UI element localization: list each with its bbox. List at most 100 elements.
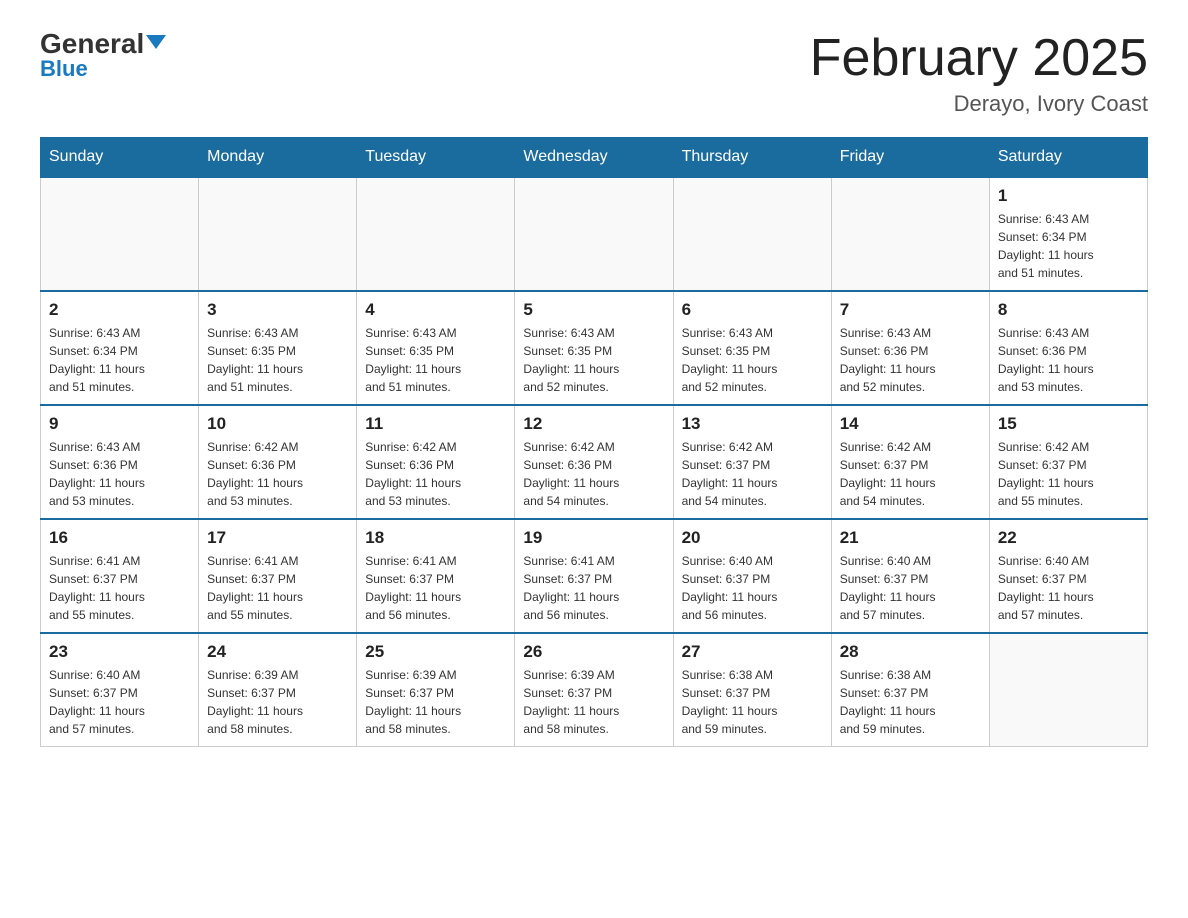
calendar-cell	[515, 177, 673, 291]
day-number: 9	[49, 414, 190, 434]
calendar-cell: 7 Sunrise: 6:43 AM Sunset: 6:36 PM Daylig…	[831, 291, 989, 405]
day-header-thursday: Thursday	[673, 138, 831, 178]
calendar-cell: 11 Sunrise: 6:42 AM Sunset: 6:36 PM Dayli…	[357, 405, 515, 519]
day-number: 19	[523, 528, 664, 548]
day-info: Sunrise: 6:42 AM Sunset: 6:36 PM Dayligh…	[365, 438, 506, 510]
day-info: Sunrise: 6:43 AM Sunset: 6:35 PM Dayligh…	[207, 324, 348, 396]
days-header-row: SundayMondayTuesdayWednesdayThursdayFrid…	[41, 138, 1148, 178]
day-number: 26	[523, 642, 664, 662]
day-info: Sunrise: 6:41 AM Sunset: 6:37 PM Dayligh…	[523, 552, 664, 624]
calendar-cell: 6 Sunrise: 6:43 AM Sunset: 6:35 PM Daylig…	[673, 291, 831, 405]
day-info: Sunrise: 6:40 AM Sunset: 6:37 PM Dayligh…	[49, 666, 190, 738]
calendar-cell: 17 Sunrise: 6:41 AM Sunset: 6:37 PM Dayli…	[199, 519, 357, 633]
day-number: 3	[207, 300, 348, 320]
calendar-cell	[831, 177, 989, 291]
day-number: 20	[682, 528, 823, 548]
calendar-cell: 15 Sunrise: 6:42 AM Sunset: 6:37 PM Dayli…	[989, 405, 1147, 519]
day-info: Sunrise: 6:42 AM Sunset: 6:36 PM Dayligh…	[207, 438, 348, 510]
calendar-cell: 13 Sunrise: 6:42 AM Sunset: 6:37 PM Dayli…	[673, 405, 831, 519]
calendar-cell: 28 Sunrise: 6:38 AM Sunset: 6:37 PM Dayli…	[831, 633, 989, 747]
calendar-cell	[673, 177, 831, 291]
logo-blue-text: Blue	[40, 56, 88, 82]
calendar-cell: 19 Sunrise: 6:41 AM Sunset: 6:37 PM Dayli…	[515, 519, 673, 633]
day-number: 28	[840, 642, 981, 662]
week-row-4: 16 Sunrise: 6:41 AM Sunset: 6:37 PM Dayli…	[41, 519, 1148, 633]
day-number: 7	[840, 300, 981, 320]
day-number: 4	[365, 300, 506, 320]
calendar-cell	[41, 177, 199, 291]
day-info: Sunrise: 6:38 AM Sunset: 6:37 PM Dayligh…	[682, 666, 823, 738]
day-header-friday: Friday	[831, 138, 989, 178]
day-number: 15	[998, 414, 1139, 434]
calendar-subtitle: Derayo, Ivory Coast	[810, 91, 1148, 117]
day-info: Sunrise: 6:42 AM Sunset: 6:37 PM Dayligh…	[998, 438, 1139, 510]
day-info: Sunrise: 6:41 AM Sunset: 6:37 PM Dayligh…	[365, 552, 506, 624]
day-header-saturday: Saturday	[989, 138, 1147, 178]
day-info: Sunrise: 6:39 AM Sunset: 6:37 PM Dayligh…	[207, 666, 348, 738]
day-info: Sunrise: 6:42 AM Sunset: 6:37 PM Dayligh…	[840, 438, 981, 510]
calendar-cell: 27 Sunrise: 6:38 AM Sunset: 6:37 PM Dayli…	[673, 633, 831, 747]
calendar-cell: 10 Sunrise: 6:42 AM Sunset: 6:36 PM Dayli…	[199, 405, 357, 519]
day-info: Sunrise: 6:43 AM Sunset: 6:36 PM Dayligh…	[998, 324, 1139, 396]
logo: General Blue	[40, 30, 166, 82]
day-number: 8	[998, 300, 1139, 320]
day-info: Sunrise: 6:43 AM Sunset: 6:34 PM Dayligh…	[49, 324, 190, 396]
calendar-cell	[357, 177, 515, 291]
day-info: Sunrise: 6:41 AM Sunset: 6:37 PM Dayligh…	[207, 552, 348, 624]
header: General Blue February 2025 Derayo, Ivory…	[40, 30, 1148, 117]
day-header-tuesday: Tuesday	[357, 138, 515, 178]
day-number: 1	[998, 186, 1139, 206]
day-number: 27	[682, 642, 823, 662]
calendar-cell: 1 Sunrise: 6:43 AM Sunset: 6:34 PM Daylig…	[989, 177, 1147, 291]
calendar-cell: 3 Sunrise: 6:43 AM Sunset: 6:35 PM Daylig…	[199, 291, 357, 405]
logo-triangle-icon	[146, 35, 166, 49]
day-number: 17	[207, 528, 348, 548]
day-number: 6	[682, 300, 823, 320]
calendar-cell: 2 Sunrise: 6:43 AM Sunset: 6:34 PM Daylig…	[41, 291, 199, 405]
day-info: Sunrise: 6:42 AM Sunset: 6:37 PM Dayligh…	[682, 438, 823, 510]
calendar-cell: 21 Sunrise: 6:40 AM Sunset: 6:37 PM Dayli…	[831, 519, 989, 633]
day-info: Sunrise: 6:43 AM Sunset: 6:36 PM Dayligh…	[840, 324, 981, 396]
calendar-cell: 22Sunrise: 6:40 AM Sunset: 6:37 PM Dayli…	[989, 519, 1147, 633]
day-number: 16	[49, 528, 190, 548]
calendar-cell: 9Sunrise: 6:43 AM Sunset: 6:36 PM Daylig…	[41, 405, 199, 519]
day-info: Sunrise: 6:43 AM Sunset: 6:35 PM Dayligh…	[682, 324, 823, 396]
calendar-cell: 8 Sunrise: 6:43 AM Sunset: 6:36 PM Daylig…	[989, 291, 1147, 405]
day-info: Sunrise: 6:43 AM Sunset: 6:34 PM Dayligh…	[998, 210, 1139, 282]
day-number: 2	[49, 300, 190, 320]
day-info: Sunrise: 6:40 AM Sunset: 6:37 PM Dayligh…	[840, 552, 981, 624]
day-number: 12	[523, 414, 664, 434]
calendar-cell: 23 Sunrise: 6:40 AM Sunset: 6:37 PM Dayli…	[41, 633, 199, 747]
calendar-cell: 12Sunrise: 6:42 AM Sunset: 6:36 PM Dayli…	[515, 405, 673, 519]
day-info: Sunrise: 6:40 AM Sunset: 6:37 PM Dayligh…	[998, 552, 1139, 624]
day-number: 23	[49, 642, 190, 662]
calendar-cell: 4Sunrise: 6:43 AM Sunset: 6:35 PM Daylig…	[357, 291, 515, 405]
title-area: February 2025 Derayo, Ivory Coast	[810, 30, 1148, 117]
week-row-2: 2 Sunrise: 6:43 AM Sunset: 6:34 PM Daylig…	[41, 291, 1148, 405]
week-row-1: 1 Sunrise: 6:43 AM Sunset: 6:34 PM Daylig…	[41, 177, 1148, 291]
day-number: 11	[365, 414, 506, 434]
day-number: 5	[523, 300, 664, 320]
day-header-sunday: Sunday	[41, 138, 199, 178]
day-info: Sunrise: 6:43 AM Sunset: 6:35 PM Dayligh…	[523, 324, 664, 396]
day-info: Sunrise: 6:39 AM Sunset: 6:37 PM Dayligh…	[523, 666, 664, 738]
calendar-cell	[989, 633, 1147, 747]
day-header-monday: Monday	[199, 138, 357, 178]
day-number: 14	[840, 414, 981, 434]
calendar-cell: 14 Sunrise: 6:42 AM Sunset: 6:37 PM Dayli…	[831, 405, 989, 519]
calendar-title: February 2025	[810, 30, 1148, 87]
day-number: 21	[840, 528, 981, 548]
day-info: Sunrise: 6:38 AM Sunset: 6:37 PM Dayligh…	[840, 666, 981, 738]
day-number: 25	[365, 642, 506, 662]
week-row-5: 23 Sunrise: 6:40 AM Sunset: 6:37 PM Dayli…	[41, 633, 1148, 747]
day-header-wednesday: Wednesday	[515, 138, 673, 178]
day-number: 18	[365, 528, 506, 548]
calendar-cell: 16Sunrise: 6:41 AM Sunset: 6:37 PM Dayli…	[41, 519, 199, 633]
day-info: Sunrise: 6:40 AM Sunset: 6:37 PM Dayligh…	[682, 552, 823, 624]
calendar-cell: 5 Sunrise: 6:43 AM Sunset: 6:35 PM Daylig…	[515, 291, 673, 405]
calendar-table: SundayMondayTuesdayWednesdayThursdayFrid…	[40, 137, 1148, 747]
calendar-cell	[199, 177, 357, 291]
day-number: 13	[682, 414, 823, 434]
day-number: 10	[207, 414, 348, 434]
day-number: 24	[207, 642, 348, 662]
